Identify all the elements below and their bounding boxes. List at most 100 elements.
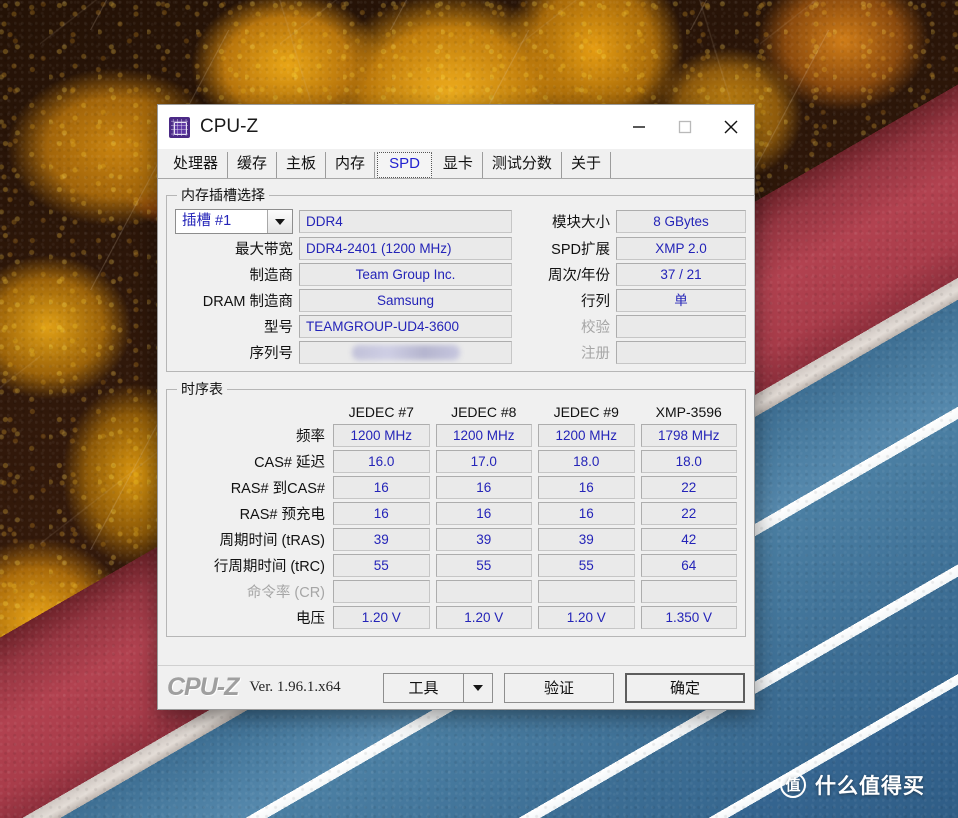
- timings-cell: 55: [333, 554, 430, 577]
- timings-cell: 1.350 V: [640, 606, 737, 629]
- label-max-bandwidth: 最大带宽: [235, 242, 293, 258]
- tab-bench[interactable]: 测试分数: [482, 152, 562, 178]
- memory-type-field: DDR4: [299, 210, 512, 233]
- chevron-down-icon: [267, 210, 292, 233]
- timings-label-cas-latency: CAS# 延迟: [254, 455, 325, 471]
- version-label: Ver. 1.96.1.x64: [249, 679, 341, 695]
- timings-cell: 16: [435, 476, 532, 499]
- tab-cache[interactable]: 缓存: [228, 152, 278, 178]
- timings-cell: 16: [435, 502, 532, 525]
- timings-label-voltage: 电压: [296, 611, 325, 627]
- timings-cell: 39: [538, 528, 635, 551]
- timings-legend: 时序表: [181, 381, 223, 397]
- label-spd-ext: SPD扩展: [551, 242, 610, 258]
- timings-label-trc: 行周期时间 (tRC): [213, 559, 325, 575]
- tab-processor[interactable]: 处理器: [164, 152, 229, 178]
- label-dram-manufacturer: DRAM 制造商: [202, 294, 293, 310]
- timings-cell: 55: [538, 554, 635, 577]
- timings-cell: 42: [640, 528, 737, 551]
- timings-label-frequency: 频率: [296, 429, 325, 445]
- maximize-button[interactable]: [662, 105, 708, 149]
- cpu-chip-icon: [169, 116, 190, 138]
- timings-cell: 64: [640, 554, 737, 577]
- timings-cell: 1798 MHz: [640, 424, 737, 447]
- validate-button[interactable]: 验证: [504, 672, 614, 703]
- timings-col-xmp: XMP-3596: [655, 404, 722, 420]
- timings-label-ras-precharge: RAS# 预充电: [239, 507, 325, 523]
- part-number-field: TEAMGROUP-UD4-3600: [299, 315, 512, 338]
- label-ranks: 行列: [581, 294, 610, 310]
- window-footer: CPU-Z Ver. 1.96.1.x64 工具 验证 确定: [158, 665, 754, 709]
- memory-slot-grid: 插槽 #1 DDR4 模块大小 8 GBytes 最大带宽 DDR4-2401 …: [175, 209, 746, 364]
- timings-cell: 18.0: [640, 450, 737, 473]
- timings-cell: 22: [640, 476, 737, 499]
- timings-label-command-rate: 命令率 (CR): [246, 585, 325, 601]
- timings-cell: 1200 MHz: [538, 424, 635, 447]
- timings-cell: 1.20 V: [435, 606, 532, 629]
- serial-number-field: [299, 341, 512, 364]
- cpuz-window: CPU-Z 处理器 缓存 主板 内存 SPD 显卡 测试分数 关于 内存插槽选择…: [157, 104, 755, 710]
- timings-group: 时序表 JEDEC #7 JEDEC #8 JEDEC #9 XMP-3596 …: [166, 379, 746, 637]
- tab-graphics[interactable]: 显卡: [433, 152, 483, 178]
- module-size-field: 8 GBytes: [616, 210, 746, 233]
- tab-content-spd: 内存插槽选择 插槽 #1 DDR4 模块大小 8 GBytes 最大带宽 DDR…: [158, 179, 755, 665]
- timings-cell: 1.20 V: [538, 606, 635, 629]
- registered-field: [616, 341, 746, 364]
- max-bandwidth-field: DDR4-2401 (1200 MHz): [299, 237, 512, 260]
- timings-cell: 17.0: [435, 450, 532, 473]
- tools-button[interactable]: 工具: [383, 672, 463, 703]
- ranks-field: 单: [616, 289, 746, 312]
- week-year-field: 37 / 21: [616, 263, 746, 286]
- timings-cell: 1.20 V: [333, 606, 430, 629]
- window-title: CPU-Z: [200, 116, 259, 137]
- timings-col-jedec7: JEDEC #7: [348, 404, 414, 420]
- timings-cell: 16.0: [333, 450, 430, 473]
- timings-cell: 39: [333, 528, 430, 551]
- timings-col-jedec8: JEDEC #8: [451, 404, 517, 420]
- minimize-button[interactable]: [616, 105, 662, 149]
- timings-cell: 16: [333, 502, 430, 525]
- tab-bar: 处理器 缓存 主板 内存 SPD 显卡 测试分数 关于: [158, 149, 754, 179]
- timings-cell: 1200 MHz: [435, 424, 532, 447]
- label-part-number: 型号: [264, 320, 293, 336]
- manufacturer-field: Team Group Inc.: [299, 263, 512, 286]
- close-button[interactable]: [708, 105, 754, 149]
- desktop-background: CPU-Z 处理器 缓存 主板 内存 SPD 显卡 测试分数 关于 内存插槽选择…: [0, 0, 958, 818]
- tab-about[interactable]: 关于: [561, 152, 611, 178]
- timings-cell: 22: [640, 502, 737, 525]
- timings-label-tras: 周期时间 (tRAS): [219, 533, 325, 549]
- timings-cell: 55: [435, 554, 532, 577]
- label-registered: 注册: [581, 346, 610, 362]
- label-serial-number: 序列号: [249, 346, 294, 362]
- tools-dropdown-button[interactable]: [463, 672, 493, 703]
- timings-cell: 16: [538, 502, 635, 525]
- timings-cell: 16: [333, 476, 430, 499]
- slot-select-dropdown[interactable]: 插槽 #1: [175, 209, 293, 234]
- chevron-down-icon: [473, 684, 483, 691]
- minimize-icon: [633, 126, 645, 128]
- timings-cell: [640, 580, 737, 603]
- cpuz-logo: CPU-Z: [167, 673, 239, 701]
- timings-cell: [333, 580, 430, 603]
- memory-slot-group: 内存插槽选择 插槽 #1 DDR4 模块大小 8 GBytes 最大带宽 DDR…: [166, 185, 755, 372]
- tab-spd[interactable]: SPD: [377, 152, 432, 178]
- timings-col-jedec9: JEDEC #9: [553, 404, 619, 420]
- timings-cell: 1200 MHz: [333, 424, 430, 447]
- timings-label-ras-to-cas: RAS# 到CAS#: [230, 481, 325, 497]
- tab-memory[interactable]: 内存: [326, 152, 376, 178]
- timings-table: JEDEC #7 JEDEC #8 JEDEC #9 XMP-3596 频率 1…: [175, 404, 737, 629]
- timings-cell: 39: [435, 528, 532, 551]
- slot-select-value: 插槽 #1: [182, 213, 232, 229]
- window-titlebar: CPU-Z: [158, 105, 754, 149]
- correction-field: [616, 315, 746, 338]
- spd-ext-field: XMP 2.0: [616, 237, 746, 260]
- dram-manufacturer-field: Samsung: [299, 289, 512, 312]
- label-correction: 校验: [581, 320, 610, 336]
- ok-button[interactable]: 确定: [625, 672, 745, 703]
- label-week-year: 周次/年份: [547, 268, 610, 284]
- timings-cell: [538, 580, 635, 603]
- label-manufacturer: 制造商: [249, 268, 294, 284]
- tab-mainboard[interactable]: 主板: [277, 152, 327, 178]
- timings-cell: 16: [538, 476, 635, 499]
- maximize-icon: [678, 120, 692, 134]
